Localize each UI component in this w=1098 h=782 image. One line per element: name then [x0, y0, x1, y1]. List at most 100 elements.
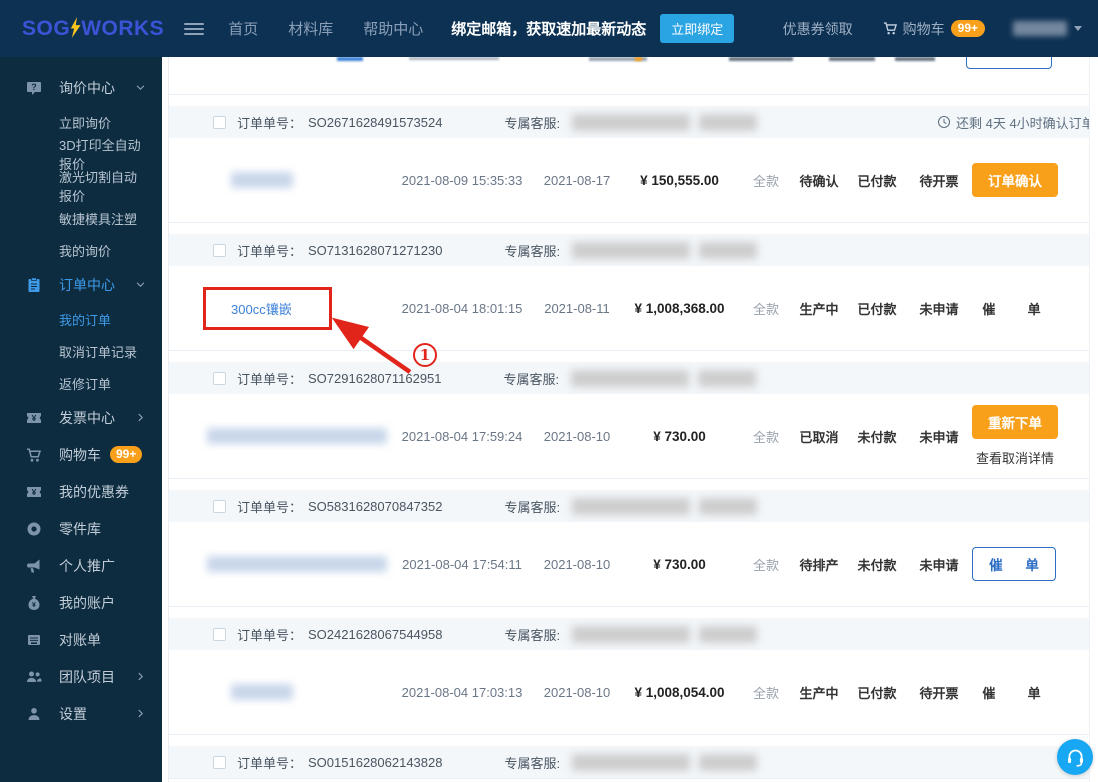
payment-type: 全款 — [752, 685, 779, 701]
logo-text-prefix: SOG — [22, 16, 71, 40]
user-menu[interactable] — [1013, 21, 1082, 36]
order-price: ¥ 150,555.00 — [640, 172, 719, 188]
sidebar-item[interactable]: 3D打印全自动报价 — [0, 138, 162, 172]
product-name-blurred — [207, 428, 387, 444]
service-agent-label: 专属客服: — [504, 755, 561, 771]
cut-text-fragment — [895, 57, 935, 61]
service-agent-blurred — [572, 113, 691, 131]
service-agent-label: 专属客服: — [503, 371, 560, 387]
order-number-label: 订单单号： — [237, 371, 303, 387]
invoice-status: 未申请 — [919, 429, 959, 445]
sidebar-item[interactable]: 返修订单 — [0, 367, 162, 399]
created-time: 2021-08-04 17:03:13 — [401, 684, 523, 700]
delivery-date: 2021-08-10 — [543, 684, 611, 700]
sidebar-item[interactable]: 我的询价 — [0, 234, 162, 266]
logo[interactable]: SOG WORKS — [22, 17, 164, 41]
sidebar-item[interactable]: 激光切割自动报价 — [0, 170, 162, 204]
bind-now-button[interactable]: 立即绑定 — [660, 14, 735, 43]
order-checkbox[interactable] — [213, 499, 226, 513]
order-block: 订单单号： SO0151628062143828 专属客服: — [169, 746, 1089, 779]
order-header: 订单单号： SO2421628067544958 专属客服: — [169, 618, 1089, 650]
primary-action-button[interactable]: 订单确认 — [972, 163, 1058, 197]
nav-menu-item[interactable]: 材料库 — [288, 18, 333, 39]
cart-link[interactable]: 购物车 99+ — [883, 19, 985, 39]
service-agent-label: 专属客服: — [504, 627, 561, 643]
order-checkbox[interactable] — [213, 755, 226, 769]
order-price: ¥ 730.00 — [653, 428, 706, 444]
cut-off-button[interactable] — [966, 57, 1052, 69]
order-detail-row: 2021-08-04 17:03:13 2021-08-10 ¥ 1,008,0… — [169, 650, 1089, 734]
sidebar-item-label: 购物车 — [59, 446, 101, 463]
sidebar-item-label: 我的账户 — [59, 594, 115, 611]
product-name-blurred — [207, 556, 387, 572]
service-agent-label: 专属客服: — [504, 499, 561, 515]
service-agent-blurred — [571, 369, 690, 387]
annotation-step-marker: 1 — [413, 343, 437, 367]
product-cell — [207, 556, 387, 572]
primary-action-button[interactable]: 重新下单 — [972, 405, 1058, 439]
created-time: 2021-08-04 17:54:11 — [402, 556, 522, 572]
sidebar-item[interactable]: 购物车 99+ — [0, 436, 162, 473]
invoice-status: 待开票 — [919, 173, 959, 189]
created-time: 2021-08-04 18:01:15 — [401, 300, 523, 316]
customer-service-chat-button[interactable] — [1057, 739, 1093, 775]
sidebar-item[interactable]: 我的订单 — [0, 303, 162, 335]
order-checkbox[interactable] — [213, 371, 226, 385]
order-price: ¥ 1,008,368.00 — [634, 300, 725, 316]
sidebar-item[interactable]: 敏捷模具注塑 — [0, 202, 162, 234]
urge-order-button[interactable]: 催 单 — [972, 547, 1056, 581]
sidebar-item-label: 我的优惠券 — [59, 483, 129, 500]
sidebar-item[interactable]: 对账单 — [0, 621, 162, 658]
order-header: 订单单号： SO7131628071271230 专属客服: — [169, 234, 1089, 266]
delivery-date: 2021-08-10 — [543, 556, 611, 572]
order-price: ¥ 1,008,054.00 — [634, 684, 725, 700]
urge-order-text[interactable]: 催 单 — [982, 299, 1040, 318]
previous-order-partial-row — [169, 57, 1089, 95]
sidebar-item[interactable]: 零件库 — [0, 510, 162, 547]
service-agent-blurred — [572, 241, 691, 259]
sidebar-item[interactable]: ? 询价中心 — [0, 69, 162, 106]
sidebar-item[interactable]: ¥ 我的账户 — [0, 584, 162, 621]
cart-icon — [883, 21, 898, 36]
delivery-date: 2021-08-10 — [543, 428, 611, 444]
sidebar-item[interactable]: 订单中心 — [0, 266, 162, 303]
action-cell: 催 单 — [972, 547, 1094, 581]
action-cell: 催 单 — [972, 299, 1089, 318]
cut-text-fragment — [829, 57, 875, 61]
sidebar-item[interactable]: 个人推广 — [0, 547, 162, 584]
order-number-label: 订单单号： — [237, 755, 303, 771]
urge-order-text[interactable]: 催 单 — [982, 683, 1040, 702]
payment-type: 全款 — [752, 173, 779, 189]
payment-status: 未付款 — [857, 429, 897, 445]
sidebar-item[interactable]: 取消订单记录 — [0, 335, 162, 367]
top-navbar: SOG WORKS 首页 材料库 帮助中心 绑定邮箱，获取速加最新动态 立即绑定 优… — [0, 0, 1098, 57]
team-icon — [26, 669, 42, 685]
coupon-claim-link[interactable]: 优惠券领取 — [783, 19, 853, 39]
svg-text:¥: ¥ — [32, 413, 37, 423]
service-agent-blurred — [699, 753, 758, 771]
order-checkbox[interactable] — [213, 243, 226, 257]
product-link[interactable]: 300cc镶嵌 — [231, 299, 292, 318]
order-detail-row: 2021-08-04 17:59:24 2021-08-10 ¥ 730.00 … — [169, 394, 1089, 478]
hamburger-menu-icon[interactable] — [184, 20, 205, 38]
question-bubble-icon: ? — [26, 80, 42, 96]
lightning-bolt-icon — [69, 17, 82, 38]
order-status: 待确认 — [799, 173, 839, 189]
invoice-status: 未申请 — [919, 557, 959, 573]
nav-menu-item[interactable]: 帮助中心 — [363, 18, 423, 39]
delivery-date: 2021-08-17 — [543, 172, 611, 188]
sidebar-item-label: 返修订单 — [59, 376, 112, 392]
order-number: SO7291628071162951 — [308, 370, 442, 386]
order-header: 订单单号： SO2671628491573524 专属客服: 还剩 4天 4小时… — [169, 106, 1089, 138]
sidebar-item[interactable]: ¥ 发票中心 — [0, 399, 162, 436]
sidebar-item[interactable]: 立即询价 — [0, 106, 162, 138]
sidebar-item[interactable]: 设置 — [0, 695, 162, 732]
sidebar-item[interactable]: ¥ 我的优惠券 — [0, 473, 162, 510]
sidebar-item-label: 敏捷模具注塑 — [59, 211, 138, 227]
sidebar-item[interactable]: 团队项目 — [0, 658, 162, 695]
nav-menu: 首页 材料库 帮助中心 — [228, 18, 423, 39]
order-checkbox[interactable] — [213, 627, 226, 641]
view-cancel-details-link[interactable]: 查看取消详情 — [976, 448, 1054, 467]
nav-menu-item[interactable]: 首页 — [228, 18, 258, 39]
order-checkbox[interactable] — [213, 115, 226, 129]
